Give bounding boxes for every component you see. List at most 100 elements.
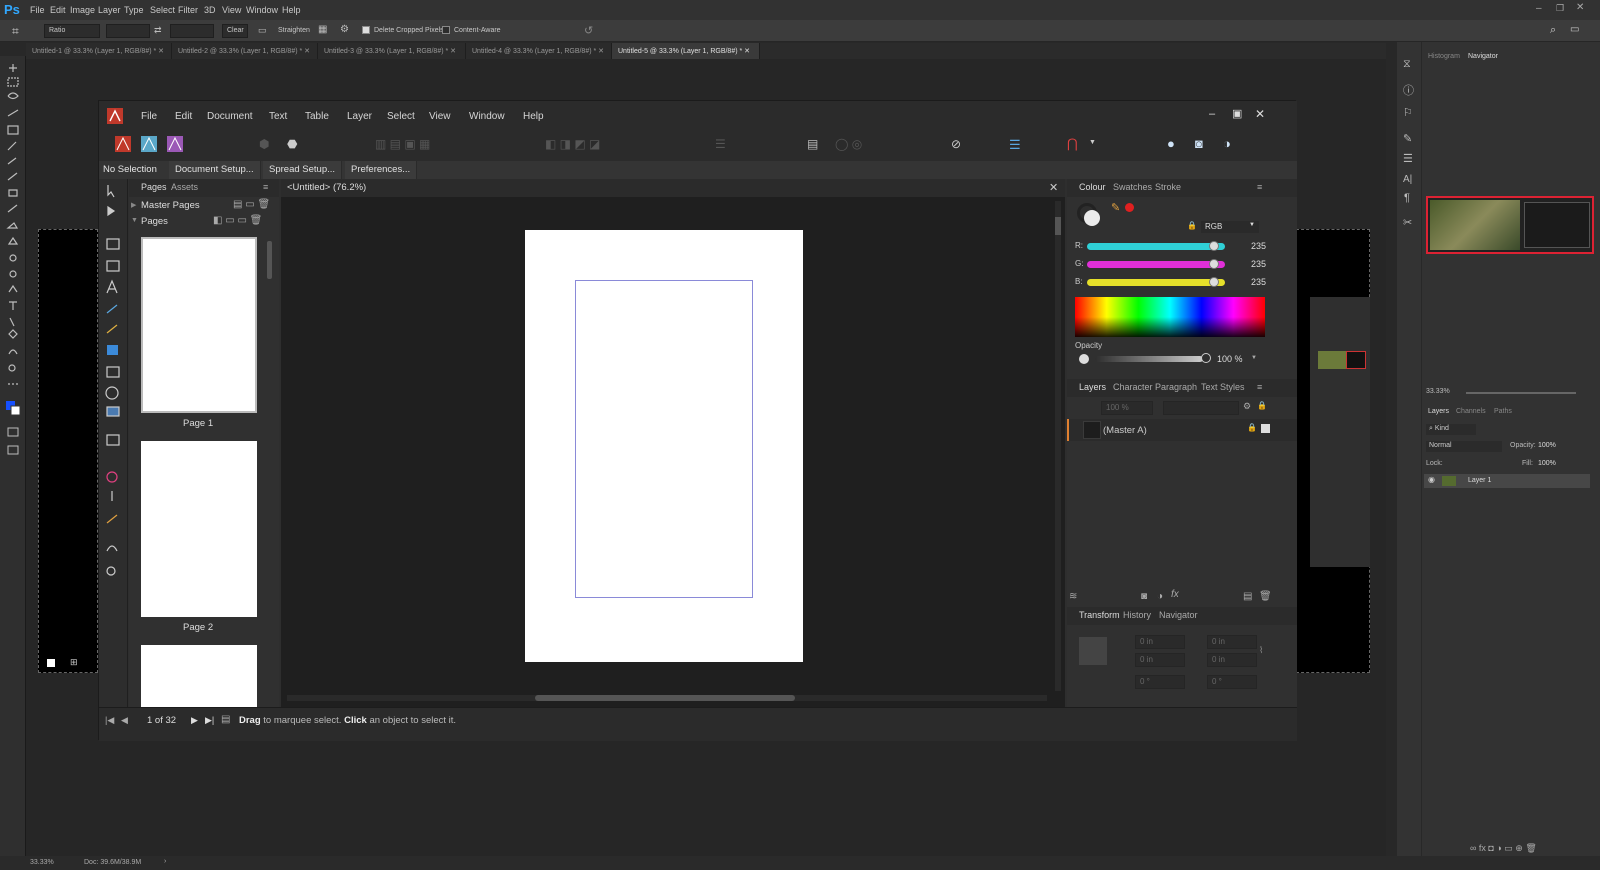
tab-text-styles[interactable]: Text Styles — [1201, 382, 1245, 392]
af-menu-text[interactable]: Text — [269, 111, 287, 122]
eyedropper-icon[interactable]: ✎ — [1111, 201, 1120, 214]
adjustments-panel-icon[interactable]: ☰ — [1403, 152, 1413, 165]
baseline-grid-icon[interactable]: ☰ — [1009, 137, 1021, 153]
stack-icon[interactable]: ≋ — [1069, 591, 1077, 602]
crop-tool-icon[interactable]: ⌗ — [12, 24, 19, 39]
arrange-icons[interactable]: ◧ ◨ ◩ ◪ — [545, 137, 600, 151]
chevron-down-icon[interactable]: ▼ — [1251, 355, 1257, 361]
tab-character[interactable]: Character — [1113, 382, 1153, 392]
lock-icon[interactable]: 🔒 — [1247, 423, 1257, 432]
af-menu-select[interactable]: Select — [387, 111, 415, 122]
anchor-selector-icon[interactable] — [1079, 637, 1107, 665]
opacity-value[interactable]: 100 % — [1217, 354, 1243, 364]
ps-menu-3d[interactable]: 3D — [204, 5, 216, 15]
opacity-value[interactable]: 100% — [1538, 442, 1556, 449]
ps-close-button[interactable]: ✕ — [1576, 2, 1584, 13]
clear-button[interactable]: Clear — [222, 24, 248, 38]
paragraph-panel-icon[interactable]: ¶ — [1404, 192, 1410, 204]
ps-menu-edit[interactable]: Edit — [50, 5, 66, 15]
fill-colour-well[interactable] — [1084, 210, 1100, 226]
ps-menu-help[interactable]: Help — [282, 5, 301, 15]
picked-colour-swatch[interactable] — [1125, 203, 1134, 212]
af-close-button[interactable]: ✕ — [1255, 107, 1265, 121]
tab-channels[interactable]: Channels — [1456, 408, 1486, 415]
af-maximize-button[interactable]: ▣ — [1232, 107, 1242, 120]
visibility-checkbox[interactable] — [1261, 424, 1270, 433]
ps-tab-1[interactable]: Untitled-1 @ 33.3% (Layer 1, RGB/8#) * ✕ — [26, 43, 172, 59]
add-layer-icon[interactable]: ▤ — [1243, 591, 1252, 602]
ps-minimize-button[interactable]: – — [1536, 3, 1542, 14]
properties-panel-icon[interactable]: ⚐ — [1403, 106, 1413, 119]
shear-field[interactable]: 0 ° — [1207, 675, 1257, 689]
colour-spectrum[interactable] — [1075, 297, 1265, 337]
reset-icon[interactable]: ↺ — [584, 24, 593, 37]
ps-menu-filter[interactable]: Filter — [178, 5, 198, 15]
preferences-button[interactable]: Preferences... — [345, 161, 418, 179]
pages-scrollbar[interactable] — [267, 241, 272, 279]
af-menu-table[interactable]: Table — [305, 111, 329, 122]
rotation-field[interactable]: 0 ° — [1135, 675, 1185, 689]
ps-tab-3[interactable]: Untitled-3 @ 33.3% (Layer 1, RGB/8#) * ✕ — [318, 43, 466, 59]
page-3-thumbnail[interactable] — [141, 645, 257, 707]
snapping-dropdown-icon[interactable]: ▼ — [1089, 139, 1096, 146]
swap-icon[interactable]: ⇄ — [154, 25, 162, 36]
tab-navigator[interactable]: Navigator — [1159, 610, 1198, 620]
close-icon[interactable]: ✕ — [598, 48, 604, 55]
page-2-thumbnail[interactable] — [141, 441, 257, 617]
x-field[interactable]: 0 in — [1135, 635, 1185, 649]
tab-transform[interactable]: Transform — [1079, 610, 1120, 620]
view-mode-icon[interactable]: ⊘ — [951, 137, 961, 151]
lock-icon[interactable]: 🔒 — [1187, 221, 1197, 230]
tab-swatches[interactable]: Swatches — [1113, 182, 1152, 192]
gear-icon[interactable]: ⚙ — [340, 24, 349, 35]
af-menu-document[interactable]: Document — [207, 111, 253, 122]
ps-menu-layer[interactable]: Layer — [98, 5, 121, 15]
colour-model-select[interactable]: RGB ▼ — [1201, 221, 1259, 233]
tab-paths[interactable]: Paths — [1494, 408, 1512, 415]
ps-menu-view[interactable]: View — [222, 5, 241, 15]
b-channel-slider[interactable] — [1087, 279, 1225, 286]
master-pages-label[interactable]: Master Pages — [141, 200, 200, 211]
af-menu-window[interactable]: Window — [469, 111, 505, 122]
delete-cropped-checkbox[interactable] — [362, 26, 370, 34]
straighten-label[interactable]: Straighten — [278, 27, 310, 34]
w-field[interactable]: 0 in — [1207, 635, 1257, 649]
ps-menu-file[interactable]: File — [30, 5, 45, 15]
ratio-select[interactable]: Ratio — [44, 24, 100, 38]
photo-persona-icon[interactable] — [167, 136, 183, 152]
ps-restore-button[interactable]: ❐ — [1556, 3, 1564, 14]
chevron-right-icon[interactable]: ▶ — [131, 201, 136, 209]
straighten-icon[interactable]: ▭ — [258, 25, 267, 36]
page-list-icon[interactable]: ▤ — [221, 714, 230, 725]
af-menu-help[interactable]: Help — [523, 111, 544, 122]
preflight-icon[interactable]: ⬢ — [259, 137, 269, 151]
lock-icon[interactable]: 🔒 — [1257, 401, 1267, 410]
align-icon[interactable]: ☰ — [715, 137, 726, 151]
document-tab[interactable]: <Untitled> (76.2%) ✕ — [281, 179, 1065, 197]
designer-persona-icon[interactable] — [141, 136, 157, 152]
colour-studio-icon[interactable]: ◑ — [1223, 136, 1231, 151]
document-page[interactable] — [525, 230, 803, 662]
g-channel-value[interactable]: 235 — [1251, 259, 1266, 269]
tab-layers[interactable]: Layers — [1079, 382, 1106, 392]
ratio-width-field[interactable] — [106, 24, 150, 38]
delete-icon[interactable]: 🗑 — [1259, 591, 1272, 602]
tab-paragraph[interactable]: Paragraph — [1155, 382, 1197, 392]
ps-menu-select[interactable]: Select — [150, 5, 175, 15]
overlay-grid-icon[interactable]: ▦ — [318, 24, 327, 35]
last-page-icon[interactable]: ▶| — [205, 715, 214, 726]
insert-page-icon[interactable]: ▥ ▤ ▣ ▦ — [375, 137, 430, 151]
eye-icon[interactable]: ◉ — [1428, 475, 1435, 484]
history-panel-icon[interactable]: ⧖ — [1403, 58, 1411, 71]
horizontal-scroll-thumb[interactable] — [535, 695, 795, 701]
document-setup-button[interactable]: Document Setup... — [169, 161, 261, 179]
content-aware-checkbox[interactable] — [442, 26, 450, 34]
af-tool-icons[interactable] — [99, 179, 128, 579]
fill-value[interactable]: 100% — [1538, 460, 1556, 467]
text-frame-icon[interactable]: ▤ — [807, 137, 818, 151]
layer-row[interactable]: ◉ Layer 1 — [1424, 474, 1590, 488]
boolean-icons[interactable]: ◯ ◎ — [835, 137, 862, 151]
ps-tool-icons[interactable] — [0, 56, 26, 476]
ps-tab-2[interactable]: Untitled-2 @ 33.3% (Layer 1, RGB/8#) * ✕ — [172, 43, 318, 59]
pages-actions[interactable]: ◧ ▭ ▭ 🗑 — [213, 215, 262, 226]
